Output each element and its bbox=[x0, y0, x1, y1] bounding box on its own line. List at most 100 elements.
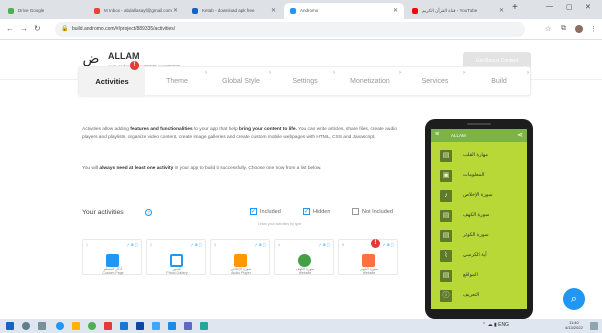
app-icon[interactable] bbox=[200, 322, 208, 330]
windows-start-icon[interactable] bbox=[6, 322, 14, 330]
window-close-icon[interactable]: ✕ bbox=[585, 3, 591, 11]
profile-avatar[interactable] bbox=[575, 25, 583, 33]
help-icon[interactable]: ? bbox=[205, 70, 207, 75]
browser-tab-youtube[interactable]: قناة القرآن الكريم - YouTube ✕ bbox=[406, 3, 510, 19]
language-indicator[interactable]: ENG bbox=[498, 322, 509, 328]
share-icon[interactable]: ⋖ bbox=[517, 131, 523, 139]
task-view-icon[interactable] bbox=[38, 322, 46, 330]
search-fab-button[interactable]: ⌕ bbox=[563, 288, 585, 310]
tab-global-style[interactable]: Global Style ? bbox=[209, 67, 273, 97]
card-tools-icons[interactable]: ✓ ⚙ ▢ bbox=[255, 243, 266, 247]
app-icon[interactable] bbox=[136, 322, 144, 330]
phone-screen: ≡ ALLAM ⋖ ▤ مهارة القلب ▣ المعلومات ♪ سو… bbox=[431, 129, 527, 309]
edge-icon[interactable] bbox=[56, 322, 64, 330]
browser-tab-andromo[interactable]: Andromo ✕ bbox=[284, 3, 404, 19]
activity-card[interactable]: 1 ✓ ⚙ ▢ أذكار المسلم Custom Page bbox=[82, 239, 142, 275]
app-icon[interactable] bbox=[104, 322, 112, 330]
browser-tab-label: Drive Google bbox=[18, 8, 45, 13]
checkbox-empty-icon[interactable] bbox=[352, 208, 359, 216]
help-icon[interactable]: ? bbox=[527, 70, 529, 75]
phone-menu-item[interactable]: ▤ سورة الكوثر bbox=[431, 226, 527, 246]
phone-menu-item[interactable]: ♪ سورة الإخلاص bbox=[431, 186, 527, 206]
menu-item-label: سورة الكوثر bbox=[463, 232, 489, 238]
menu-item-label: مهارة القلب bbox=[463, 152, 488, 158]
close-icon[interactable]: ✕ bbox=[271, 3, 276, 19]
card-tools-icons[interactable]: ✓ ⚙ ▢ bbox=[191, 243, 202, 247]
help-icon[interactable]: ? bbox=[463, 70, 465, 75]
gmail-icon bbox=[94, 8, 100, 14]
menu-dots-icon[interactable]: ⋮ bbox=[590, 25, 597, 33]
info-icon: ⓘ bbox=[440, 290, 452, 302]
filter-label: Hidden bbox=[313, 209, 331, 215]
notification-icon[interactable] bbox=[590, 322, 598, 330]
phone-menu-item[interactable]: ▤ مهارة القلب bbox=[431, 146, 527, 166]
app-icon[interactable] bbox=[168, 322, 176, 330]
close-icon[interactable]: ✕ bbox=[393, 3, 398, 19]
card-activity-type: Website bbox=[298, 271, 312, 275]
address-bar[interactable]: 🔒 build.andromo.com/#/project/889335/act… bbox=[55, 22, 525, 37]
maximize-icon[interactable]: ▢ bbox=[566, 3, 573, 11]
bookmark-star-icon[interactable]: ☆ bbox=[545, 25, 551, 33]
phone-menu-item[interactable]: ▤ المواقع bbox=[431, 266, 527, 286]
tab-monetization[interactable]: Monetization ? bbox=[337, 67, 403, 97]
card-number: 1 bbox=[86, 243, 88, 247]
tab-settings[interactable]: Settings ? bbox=[273, 67, 337, 97]
browser-tab-gmail[interactable]: M Inbox - abdallasayf@gmail.com ✕ bbox=[88, 3, 184, 19]
project-tabs: Activities ! Theme ? Global Style ? Sett… bbox=[78, 61, 531, 97]
checkbox-checked-icon[interactable]: ✓ bbox=[250, 208, 257, 216]
file-explorer-icon[interactable] bbox=[72, 322, 80, 330]
phone-menu-item[interactable]: ⌇ آية الكرسي bbox=[431, 246, 527, 266]
browser-tab-ketab[interactable]: Ketab - download apk free ✕ bbox=[186, 3, 282, 19]
card-number: 2 bbox=[150, 243, 152, 247]
clock-date: 4/13/2022 bbox=[565, 325, 583, 330]
system-tray[interactable]: ⌃ ☁ ▮ ENG bbox=[482, 322, 509, 328]
filter-hidden[interactable]: ✓ Hidden bbox=[303, 208, 330, 217]
tab-build[interactable]: Build ? bbox=[467, 67, 531, 97]
layers-icon bbox=[362, 254, 375, 267]
help-icon[interactable]: ? bbox=[333, 70, 335, 75]
custom-page-icon bbox=[106, 254, 119, 267]
phone-menu-item[interactable]: ▣ المعلومات bbox=[431, 166, 527, 186]
word-icon[interactable] bbox=[120, 322, 128, 330]
tab-activities[interactable]: Activities ! bbox=[79, 61, 145, 97]
tab-theme[interactable]: Theme ? bbox=[145, 67, 209, 97]
chrome-icon[interactable] bbox=[88, 322, 96, 330]
activity-card[interactable]: 3 ✓ ⚙ ▢ سورة الإخلاص Audio Player bbox=[210, 239, 270, 275]
app-icon[interactable] bbox=[152, 322, 160, 330]
help-icon[interactable]: ? bbox=[145, 209, 152, 216]
checkbox-checked-icon[interactable]: ✓ bbox=[303, 208, 310, 216]
app-icon[interactable] bbox=[184, 322, 192, 330]
forward-icon[interactable]: → bbox=[20, 24, 28, 33]
taskbar-clock[interactable]: 11:40 4/13/2022 bbox=[565, 320, 583, 330]
intro-text: in your app to build it successfully. Ch… bbox=[173, 166, 322, 171]
site-icon bbox=[192, 8, 198, 14]
browser-tab-drive[interactable]: Drive Google bbox=[2, 3, 86, 19]
search-icon[interactable] bbox=[22, 322, 30, 330]
card-tools-icons[interactable]: ✓ ⚙ ▢ bbox=[319, 243, 330, 247]
phone-menu-item[interactable]: ⓘ التعريف bbox=[431, 286, 527, 306]
minimize-icon[interactable]: — bbox=[546, 3, 553, 10]
tab-services[interactable]: Services ? bbox=[403, 67, 467, 97]
website-icon bbox=[298, 254, 311, 267]
alert-badge: ! bbox=[130, 61, 139, 70]
card-tools-icons[interactable]: ✓ ⚙ ▢ bbox=[383, 243, 394, 247]
card-tools-icons[interactable]: ✓ ⚙ ▢ bbox=[127, 243, 138, 247]
tab-label: Theme bbox=[166, 78, 188, 85]
hamburger-menu-icon[interactable]: ≡ bbox=[435, 131, 439, 138]
filter-not-included[interactable]: Not Included bbox=[352, 208, 393, 217]
new-tab-button[interactable]: + bbox=[512, 2, 518, 13]
help-icon[interactable]: ? bbox=[399, 70, 401, 75]
address-url: build.andromo.com/#/project/889335/activ… bbox=[72, 26, 176, 32]
close-icon[interactable]: ✕ bbox=[499, 3, 504, 19]
help-icon[interactable]: ? bbox=[269, 70, 271, 75]
extensions-icon[interactable]: ⧉ bbox=[561, 25, 566, 33]
browser-tab-label: Andromo bbox=[300, 8, 319, 13]
activity-card[interactable]: 2 ✓ ⚙ ▢ الصور Photo Gallery bbox=[146, 239, 206, 275]
back-icon[interactable]: ← bbox=[6, 24, 14, 33]
filter-included[interactable]: ✓ Included bbox=[250, 208, 281, 217]
activity-card[interactable]: 5 ! ✓ ⚙ ▢ سورة الكوثر Website bbox=[338, 239, 398, 275]
phone-menu-item[interactable]: ▤ سورة الكهف bbox=[431, 206, 527, 226]
reload-icon[interactable]: ↻ bbox=[34, 24, 41, 33]
activity-card[interactable]: 4 ✓ ⚙ ▢ سورة الكهف Website bbox=[274, 239, 334, 275]
close-icon[interactable]: ✕ bbox=[173, 3, 178, 19]
